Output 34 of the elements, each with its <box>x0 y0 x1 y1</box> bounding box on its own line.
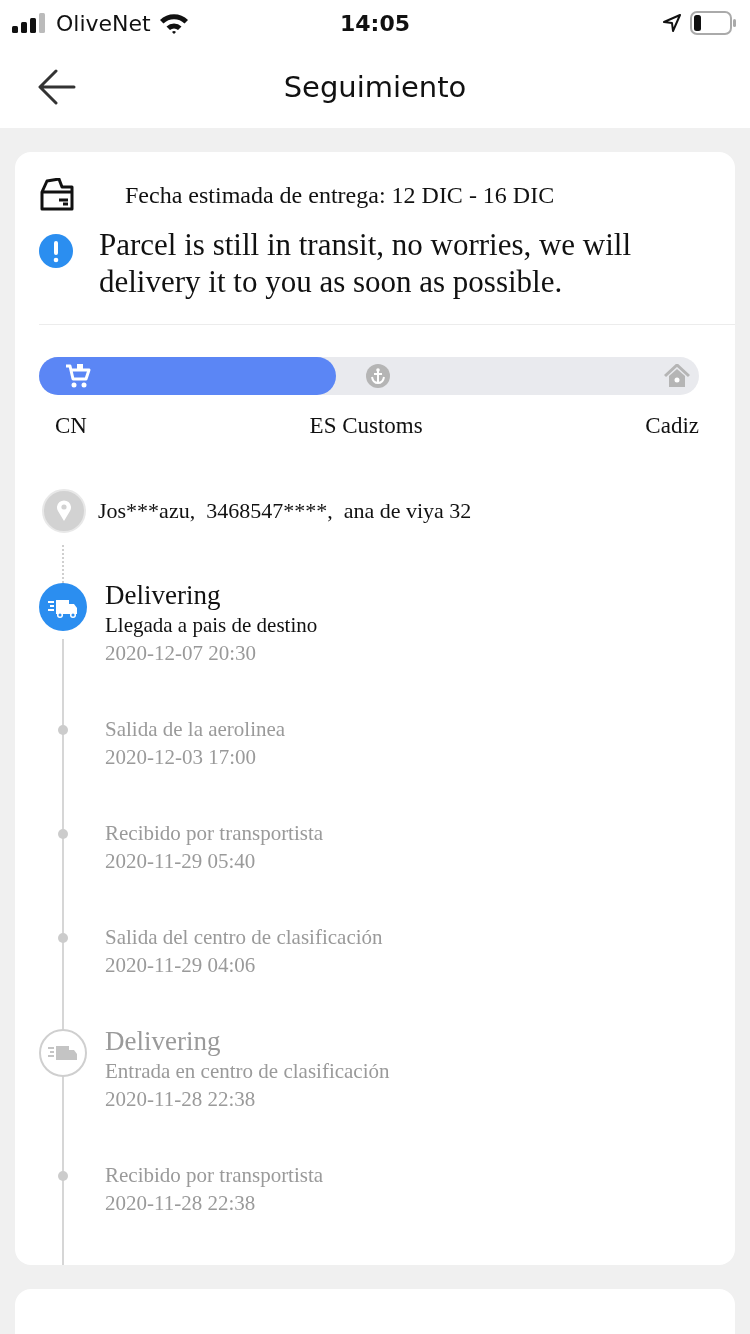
anchor-icon <box>366 364 390 388</box>
event-time: 2020-12-03 17:00 <box>105 744 258 771</box>
parcel-box-icon <box>39 178 75 212</box>
event-description: Llegada a pais de destino <box>105 612 318 639</box>
info-icon <box>39 234 73 268</box>
event-description: Recibido por transportista <box>105 1162 324 1189</box>
location-arrow-icon <box>662 13 682 33</box>
delivery-address: Jos***azu, 3468547****, ana de viya 32 <box>98 498 472 524</box>
event-time: 2020-11-29 05:40 <box>105 848 257 875</box>
event-description: Entrada en centro de clasificación <box>105 1058 390 1085</box>
stage-label: ES Customs <box>309 413 423 439</box>
wifi-icon <box>158 12 189 34</box>
event-time: 2020-11-29 04:06 <box>105 952 257 979</box>
carrier-name: OliveNet <box>56 10 151 36</box>
back-button[interactable] <box>38 69 76 105</box>
signal-icon <box>12 13 48 33</box>
event-status: Delivering <box>105 579 222 611</box>
event-time: 2020-11-28 22:38 <box>105 1086 257 1113</box>
transit-notice: Parcel is still in transit, no worries, we will delivery it to you as soon as possible. <box>99 226 633 300</box>
clock-time: 14:05 <box>340 10 410 36</box>
stage-label: CN <box>55 413 87 439</box>
home-icon <box>664 364 690 388</box>
estimated-delivery: Fecha estimada de entrega: 12 DIC - 16 DIC <box>125 181 555 209</box>
event-time: 2020-12-07 20:30 <box>105 640 258 667</box>
battery-icon <box>690 11 736 35</box>
page-title: Seguimiento <box>283 70 467 104</box>
location-pin-icon <box>42 489 86 533</box>
event-time: 2020-11-28 22:38 <box>105 1190 257 1217</box>
event-description: Salida del centro de clasificación <box>105 924 383 951</box>
event-description: Salida de la aerolinea <box>105 716 286 743</box>
cart-icon <box>65 363 91 389</box>
event-description: Recibido por transportista <box>105 820 324 847</box>
stage-label: Cadiz <box>645 413 699 439</box>
event-status: Delivering <box>105 1025 222 1057</box>
